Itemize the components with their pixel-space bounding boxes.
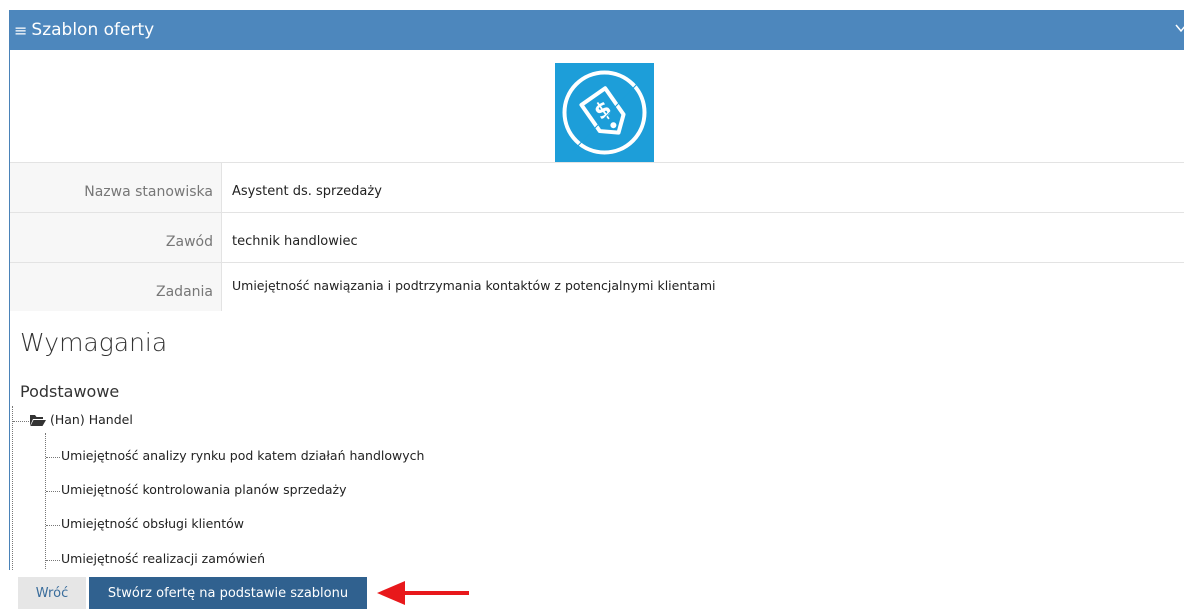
tree-root-line xyxy=(12,406,13,570)
tree-connector xyxy=(13,421,29,422)
tree-connector xyxy=(46,457,60,458)
red-arrow-left-icon xyxy=(377,581,469,605)
detail-row-position: Nazwa stanowiska Asystent ds. sprzedaży xyxy=(10,162,1184,213)
tree-item[interactable]: Umiejętność realizacji zamówień xyxy=(61,551,265,566)
tree-connector xyxy=(46,491,60,492)
requirements-subheading: Podstawowe xyxy=(20,382,120,401)
offer-logo: $ xyxy=(555,63,654,162)
tree-group-label: (Han) Handel xyxy=(50,412,133,427)
detail-label: Nazwa stanowiska xyxy=(10,163,222,213)
create-offer-button[interactable]: Stwórz ofertę na podstawie szablonu xyxy=(89,577,367,609)
panel-title: Szablon oferty xyxy=(31,20,155,40)
hamburger-icon: ≡ xyxy=(14,20,28,40)
detail-value: Asystent ds. sprzedaży xyxy=(232,184,382,199)
detail-label: Zawód xyxy=(10,213,222,263)
tree-group-node[interactable]: (Han) Handel xyxy=(30,412,133,427)
detail-value: Umiejętność nawiązania i podtrzymania ko… xyxy=(232,278,716,293)
chevron-down-icon[interactable] xyxy=(1175,22,1184,34)
tree-connector xyxy=(46,525,60,526)
price-tag-dollar-icon: $ xyxy=(562,70,647,155)
detail-label: Zadania xyxy=(10,263,222,311)
tree-item[interactable]: Umiejętność obsługi klientów xyxy=(61,516,244,531)
panel-header[interactable]: ≡ Szablon oferty xyxy=(10,10,1184,50)
tree-item[interactable]: Umiejętność analizy rynku pod katem dzia… xyxy=(61,448,424,463)
detail-value: technik handlowiec xyxy=(232,234,358,249)
requirements-heading: Wymagania xyxy=(20,328,168,357)
detail-row-profession: Zawód technik handlowiec xyxy=(10,212,1184,263)
back-button[interactable]: Wróć xyxy=(18,577,86,609)
tree-item[interactable]: Umiejętność kontrolowania planów sprzeda… xyxy=(61,482,347,497)
folder-open-icon xyxy=(30,415,46,426)
tree-branch-line xyxy=(45,433,46,570)
template-panel: ≡ Szablon oferty $ Nazwa stanowiska Asys… xyxy=(9,10,1184,570)
tree-connector xyxy=(46,560,60,561)
detail-row-tasks: Zadania Umiejętność nawiązania i podtrzy… xyxy=(10,262,1184,311)
